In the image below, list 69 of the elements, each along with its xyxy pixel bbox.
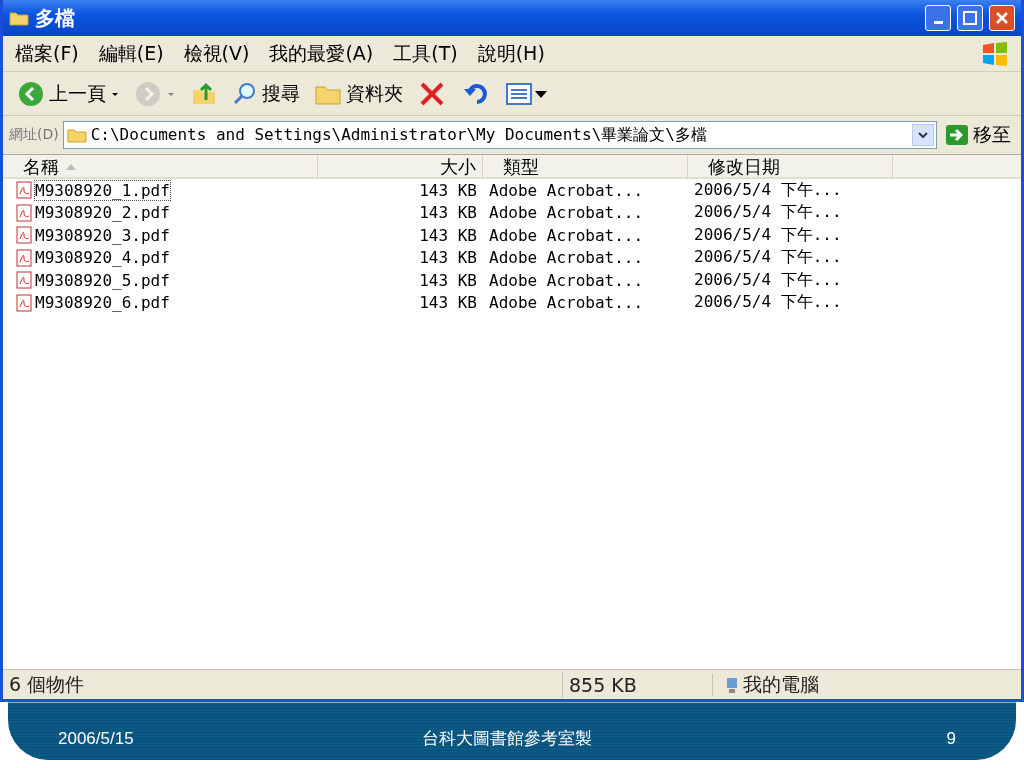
table-cell-text: 2006/5/4 下午... [693,202,843,224]
table-cell-text: 2006/5/4 下午... [693,224,843,246]
table-cell-text: Adobe Acrobat... [488,225,645,245]
close-icon [995,11,1009,25]
address-path: C:\Documents and Settings\Administrator\My Documents\畢業論文\多檔 [90,124,708,146]
folders-button[interactable]: 資料夾 [310,78,407,109]
pdf-file-icon [15,248,33,267]
footer-title: 台科大圖書館參考室製 [421,728,593,750]
minimize-button[interactable] [925,5,951,31]
chevron-down-icon [918,131,928,139]
table-cell-text: 143 KB [418,248,478,268]
menu-item[interactable]: 我的最愛(A) [269,40,374,67]
file-name[interactable]: M9308920_1.pdf [35,180,170,200]
table-cell-text: 2006/5/4 下午... [693,179,843,201]
file-name[interactable]: M9308920_6.pdf [35,293,170,313]
table-cell-text: 143 KB [418,293,478,313]
table-cell-text: 143 KB [418,180,478,200]
maximize-icon [963,11,977,25]
table-cell-text: 143 KB [418,203,478,223]
menu-item[interactable]: 檔案(F) [15,40,79,67]
table-cell-text: Adobe Acrobat... [488,270,645,290]
footer-date: 2006/5/15 [58,728,135,749]
pdf-file-icon [15,203,33,222]
file-name[interactable]: M9308920_3.pdf [35,225,170,245]
table-cell-text: 143 KB [418,225,478,245]
go-button[interactable]: 移至 [941,122,1015,148]
table-cell-text: 2006/5/4 下午... [693,269,843,291]
table-cell-text: Adobe Acrobat... [488,248,645,268]
address-field[interactable]: C:\Documents and Settings\Administrator\My Documents\畢業論文\多檔 [62,121,937,149]
sort-arrow-icon [65,163,77,171]
file-name[interactable]: M9308920_2.pdf [35,203,170,223]
table-cell-text: 2006/5/4 下午... [693,247,843,269]
status-size: 855 KB [563,673,713,696]
menu-item[interactable]: 說明(H) [477,40,545,67]
status-count: 6 個物件 [3,671,563,698]
computer-icon [725,675,739,694]
search-button[interactable]: 搜尋 [228,78,304,109]
address-label: 網址(D) [9,126,59,144]
pdf-file-icon [15,271,33,290]
close-button[interactable] [989,5,1015,31]
table-cell-text: Adobe Acrobat... [488,203,645,223]
column-header[interactable]: 修改日期 [688,155,893,179]
page-number: 9 [945,728,956,749]
search-icon [232,80,258,107]
folder-icon [9,10,29,26]
back-button[interactable]: 上一頁 [13,77,124,110]
pdf-file-icon [15,181,33,200]
table-cell-text: Adobe Acrobat... [488,293,645,313]
maximize-button[interactable] [957,5,983,31]
windows-logo-icon [981,40,1009,67]
pdf-file-icon [15,226,33,245]
file-name[interactable]: M9308920_4.pdf [35,248,170,268]
views-icon [505,80,549,107]
column-header[interactable]: 大小 [318,155,483,179]
table-cell-text: Adobe Acrobat... [488,180,645,200]
column-header[interactable]: 類型 [483,155,688,179]
menu-item[interactable]: 檢視(V) [183,40,250,67]
window-title: 多檔 [35,4,76,32]
folder-icon [66,127,87,143]
menu-item[interactable]: 工具(T) [393,40,458,67]
table-cell-text: 143 KB [418,270,478,290]
table-cell-text: 2006/5/4 下午... [693,292,843,314]
column-header[interactable]: 名稱 [3,155,318,179]
status-location: 我的電腦 [743,671,819,697]
pdf-file-icon [15,293,33,312]
file-name[interactable]: M9308920_5.pdf [35,270,170,290]
menu-item[interactable]: 編輯(E) [98,40,164,67]
dropdown-button[interactable] [912,124,934,146]
minimize-icon [933,21,943,24]
